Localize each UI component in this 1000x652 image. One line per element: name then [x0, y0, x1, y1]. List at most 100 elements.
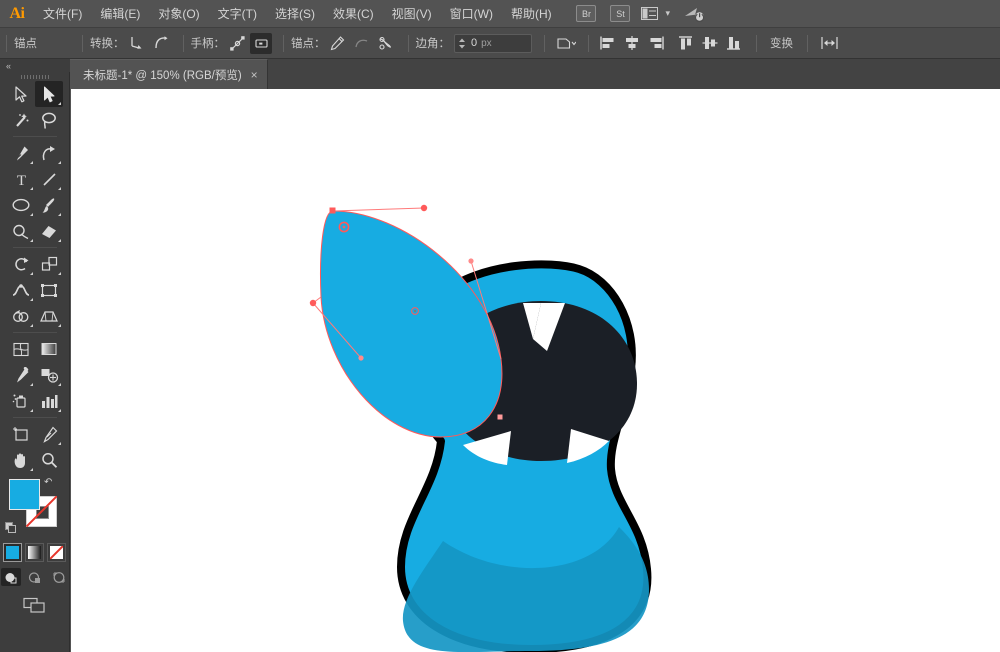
transform-button[interactable]: 变换	[764, 33, 799, 54]
artwork-leaf-group[interactable]	[320, 211, 502, 437]
remove-anchor-icon[interactable]	[327, 33, 349, 54]
tool-curvature[interactable]	[35, 140, 63, 166]
tool-flyout-indicator	[30, 468, 33, 471]
shape-options-icon[interactable]	[816, 33, 842, 54]
tool-selection[interactable]	[7, 81, 35, 107]
tool-shaper[interactable]	[7, 218, 35, 244]
tool-direct-selection[interactable]	[35, 81, 63, 107]
tool-hand[interactable]	[7, 447, 35, 473]
tool-flyout-indicator	[58, 102, 61, 105]
tool-type[interactable]: T	[7, 166, 35, 192]
menu-file[interactable]: 文件(F)	[34, 0, 91, 28]
menu-view[interactable]: 视图(V)	[383, 0, 441, 28]
bridge-button[interactable]: Br	[576, 5, 597, 22]
handle-lower-left[interactable]	[358, 355, 364, 361]
connect-anchors-icon[interactable]	[351, 33, 373, 54]
handles-group: 手柄：	[191, 28, 274, 59]
tool-blend[interactable]	[35, 362, 63, 388]
tool-paintbrush[interactable]	[35, 192, 63, 218]
fill-gradient-mode-button[interactable]	[25, 543, 44, 562]
tool-perspective-grid[interactable]	[35, 303, 63, 329]
tool-flyout-indicator	[30, 239, 33, 242]
menu-bar-right-group: Br St ▾	[569, 0, 1000, 28]
tool-symbol-sprayer[interactable]	[7, 388, 35, 414]
fill-color-mode-button[interactable]	[3, 543, 22, 562]
align-left-icon[interactable]	[597, 33, 619, 54]
fill-none-mode-button[interactable]	[47, 543, 66, 562]
convert-to-corner-icon[interactable]	[126, 33, 148, 54]
chevron-down-icon[interactable]: ▾	[665, 8, 670, 19]
tool-scale[interactable]	[35, 251, 63, 277]
tool-eyedropper[interactable]	[7, 362, 35, 388]
panel-drag-handle[interactable]	[0, 72, 70, 81]
align-bottom-icon[interactable]	[723, 33, 745, 54]
tool-flyout-indicator	[58, 161, 61, 164]
tool-lasso[interactable]	[35, 107, 63, 133]
align-top-icon[interactable]	[675, 33, 697, 54]
anchor-group: 锚点：	[291, 28, 398, 59]
show-handles-icon[interactable]	[226, 33, 248, 54]
hide-handles-icon[interactable]	[250, 32, 272, 54]
tool-free-transform[interactable]	[35, 277, 63, 303]
align-horizontal-center-icon[interactable]	[621, 33, 643, 54]
isolate-selected-object-icon[interactable]	[553, 33, 579, 54]
handle-left[interactable]	[309, 299, 317, 307]
menu-object[interactable]: 对象(O)	[149, 0, 208, 28]
menu-type[interactable]: 文字(T)	[209, 0, 266, 28]
close-icon[interactable]: ×	[251, 69, 258, 81]
document-tab[interactable]: 未标题-1* @ 150% (RGB/预览) ×	[70, 59, 268, 89]
canvas-artboard[interactable]	[71, 89, 1000, 652]
control-bar: 锚点 转换： 手柄： 锚点： 边角： 0 px 变换	[0, 28, 1000, 59]
corner-radius-input[interactable]: 0 px	[454, 33, 532, 53]
menu-edit[interactable]: 编辑(E)	[91, 0, 149, 28]
handles-label: 手柄：	[190, 38, 226, 50]
stock-button[interactable]: St	[610, 5, 631, 22]
tool-width[interactable]	[7, 277, 35, 303]
tool-gradient[interactable]	[35, 336, 63, 362]
align-vertical-center-icon[interactable]	[699, 33, 721, 54]
align-right-icon[interactable]	[645, 33, 667, 54]
fill-swatch[interactable]	[9, 479, 40, 510]
swap-fill-stroke-icon[interactable]: ↶	[44, 477, 52, 488]
tool-artboard[interactable]	[7, 421, 35, 447]
leaf-shape[interactable]	[320, 211, 502, 437]
handle-mid-right[interactable]	[468, 258, 474, 264]
document-tab-bar: 未标题-1* @ 150% (RGB/预览) ×	[0, 59, 1000, 89]
tool-flyout-indicator	[30, 187, 33, 190]
arrange-documents-icon[interactable]	[641, 7, 659, 20]
tool-ellipse[interactable]	[7, 192, 35, 218]
menu-window[interactable]: 窗口(W)	[441, 0, 502, 28]
tool-slice[interactable]	[35, 421, 63, 447]
tool-eraser[interactable]	[35, 218, 63, 244]
sync-settings-icon[interactable]	[684, 6, 706, 22]
stepper-arrows-icon[interactable]	[455, 38, 469, 49]
anchor-bottom-right[interactable]	[497, 414, 503, 420]
draw-inside-button[interactable]	[49, 568, 69, 586]
tool-flyout-indicator	[58, 187, 61, 190]
tool-line-segment[interactable]	[35, 166, 63, 192]
tool-flyout-indicator	[30, 324, 33, 327]
tool-rotate[interactable]	[7, 251, 35, 277]
anchor-top-left[interactable]	[329, 207, 336, 214]
default-fill-stroke-icon[interactable]	[5, 522, 17, 534]
tool-shape-builder[interactable]	[7, 303, 35, 329]
tools-panel: « T ↶	[0, 59, 70, 652]
change-screen-mode-button[interactable]	[22, 595, 48, 615]
tool-column-graph[interactable]	[35, 388, 63, 414]
handle-top[interactable]	[420, 204, 428, 212]
convert-to-smooth-icon[interactable]	[150, 33, 172, 54]
tool-magic-wand[interactable]	[7, 107, 35, 133]
cut-path-at-anchor-icon[interactable]	[375, 33, 397, 54]
menu-select[interactable]: 选择(S)	[266, 0, 324, 28]
draw-behind-button[interactable]	[25, 568, 45, 586]
draw-normal-button[interactable]	[0, 568, 21, 586]
collapse-panel-icon[interactable]: «	[0, 59, 70, 72]
tool-zoom[interactable]	[35, 447, 63, 473]
tool-flyout-indicator	[58, 409, 61, 412]
control-bar-title: 锚点	[14, 38, 37, 50]
menu-help[interactable]: 帮助(H)	[502, 0, 561, 28]
tool-pen[interactable]	[7, 140, 35, 166]
svg-text:T: T	[16, 173, 25, 187]
menu-effect[interactable]: 效果(C)	[324, 0, 383, 28]
tool-mesh[interactable]	[7, 336, 35, 362]
